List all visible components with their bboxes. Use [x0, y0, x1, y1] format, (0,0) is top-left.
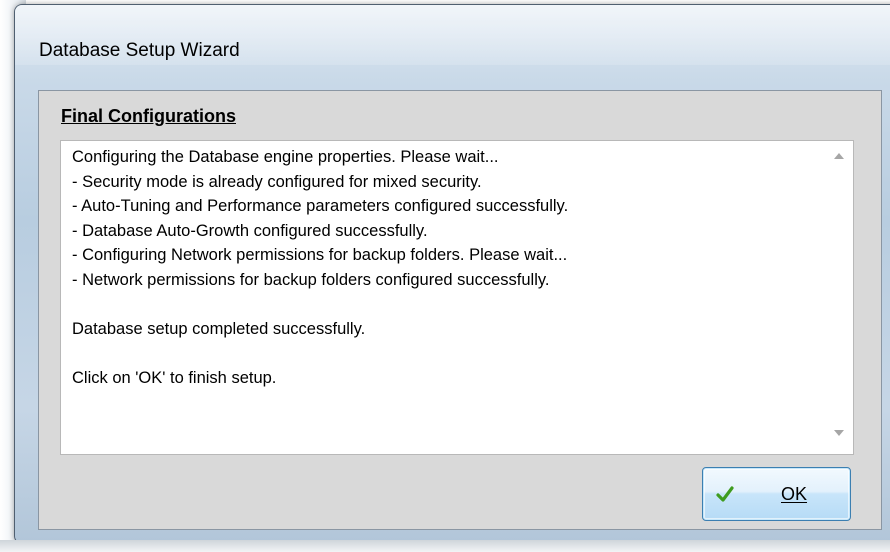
scroll-down-arrow-icon: [834, 430, 844, 436]
log-line: - Configuring Network permissions for ba…: [72, 246, 568, 265]
log-line: - Security mode is already configured fo…: [72, 172, 482, 191]
window-shadow: [0, 540, 890, 552]
desktop-area: Database Setup Wizard Final Configuratio…: [0, 0, 890, 552]
log-line: - Network permissions for backup folders…: [72, 270, 550, 289]
log-text-area: Configuring the Database engine properti…: [72, 145, 813, 391]
ok-button[interactable]: OK: [702, 467, 851, 521]
vertical-scrollbar[interactable]: [825, 141, 853, 454]
log-line: Click on 'OK' to finish setup.: [72, 369, 277, 388]
configuration-log[interactable]: Configuring the Database engine properti…: [60, 140, 854, 455]
scroll-up-button[interactable]: [825, 145, 853, 167]
log-line: Configuring the Database engine properti…: [72, 148, 499, 166]
log-line: - Auto-Tuning and Performance parameters…: [72, 197, 569, 216]
log-line: - Database Auto-Growth configured succes…: [72, 221, 428, 240]
ok-button-label: OK: [781, 484, 808, 504]
scroll-down-button[interactable]: [825, 422, 853, 444]
section-heading: Final Configurations: [61, 106, 236, 126]
log-line: Database setup completed successfully.: [72, 320, 366, 339]
window-title: Database Setup Wizard: [39, 40, 240, 61]
checkmark-icon: [716, 486, 734, 502]
scroll-up-arrow-icon: [834, 153, 844, 159]
